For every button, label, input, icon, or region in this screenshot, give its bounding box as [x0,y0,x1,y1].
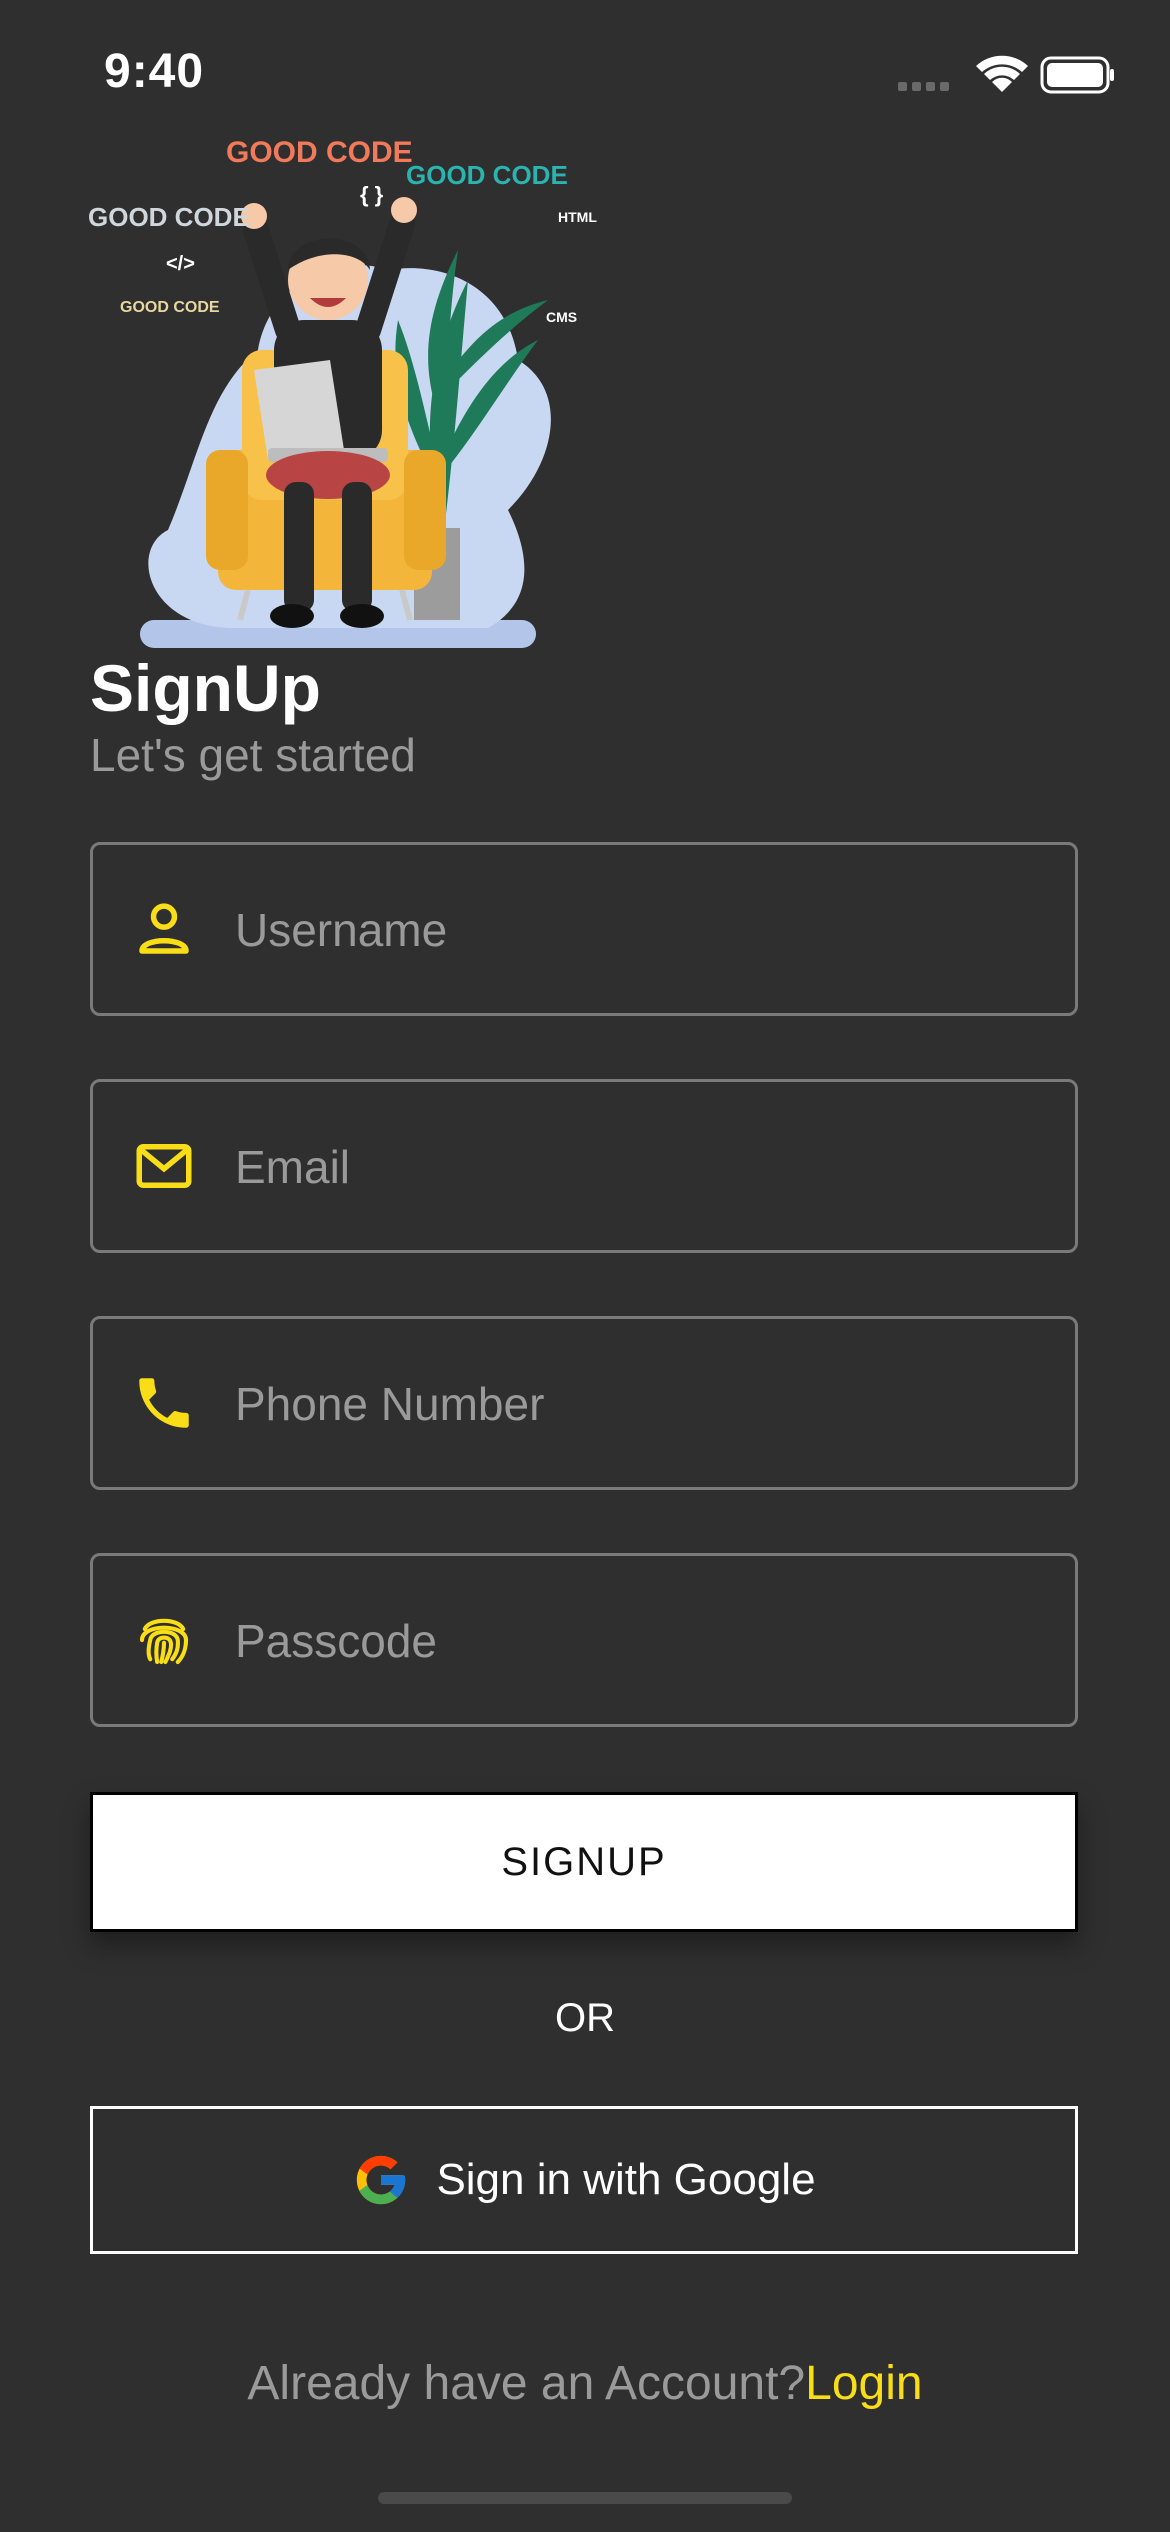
page-subtitle: Let's get started [90,729,416,781]
phone-icon [139,1378,189,1428]
google-signin-label: Sign in with Google [436,2155,816,2204]
signup-button[interactable]: SIGNUP [90,1792,1078,1932]
login-prompt-text: Already have an Account? [247,2357,806,2410]
battery-icon [1040,56,1114,94]
illustration-label: GOOD CODE [120,299,220,316]
login-link[interactable]: Login [805,2357,922,2410]
google-signin-button[interactable]: Sign in with Google [90,2106,1078,2254]
cellular-signal-icon [898,82,949,91]
status-bar: 9:40 [0,0,1170,140]
phone-input[interactable] [233,1319,1057,1489]
wifi-icon [976,55,1028,92]
google-logo-icon [357,2155,406,2205]
fingerprint-icon [139,1618,189,1665]
status-icons [898,55,1114,94]
username-field[interactable] [90,842,1078,1016]
username-input[interactable] [233,845,1057,1015]
illustration-label: HTML [558,209,597,225]
person-icon [139,903,189,954]
illustration-label: GOOD CODE [226,136,413,169]
passcode-field[interactable] [90,1553,1078,1727]
hero-illustration: GOOD CODE GOOD CODE GOOD CODE GOOD CODE … [88,136,597,648]
passcode-input[interactable] [233,1556,1057,1726]
illustration-label: CMS [546,309,577,325]
page-title: SignUp [90,651,321,725]
phone-field[interactable] [90,1316,1078,1490]
email-input[interactable] [233,1082,1057,1252]
illustration-label: { } [360,182,384,207]
illustration-label: GOOD CODE [406,160,568,190]
login-prompt: Already have an Account?Login [0,2356,1170,2411]
email-field[interactable] [90,1079,1078,1253]
illustration-label: GOOD CODE [88,202,250,232]
illustration-label: </> [166,253,195,275]
status-time: 9:40 [104,45,205,98]
mail-icon [136,1144,192,1188]
or-divider-label: OR [555,1996,615,2040]
home-indicator[interactable] [378,2492,792,2504]
